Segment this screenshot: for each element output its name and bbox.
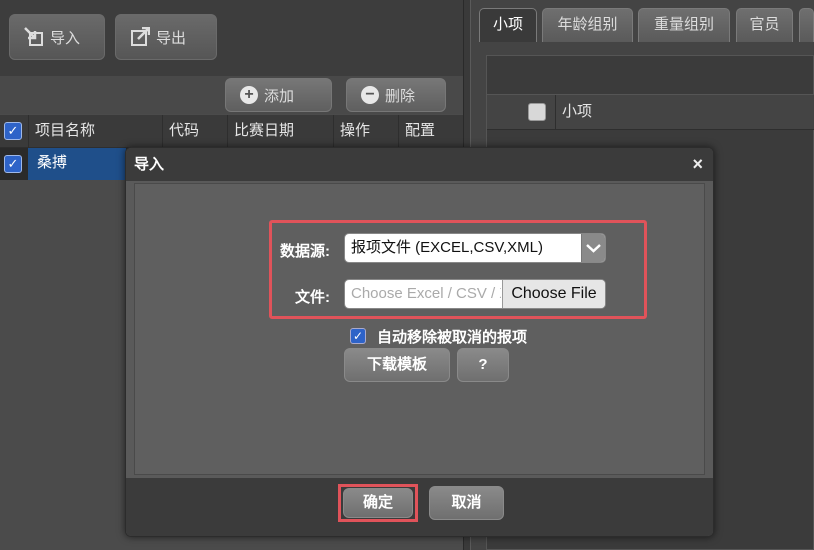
grid-header: ✓ 项目名称 代码 比赛日期 操作 配置: [0, 115, 463, 148]
delete-button[interactable]: − 删除: [346, 78, 446, 112]
dialog-title-bar[interactable]: 导入 ×: [126, 148, 713, 181]
delete-label: 删除: [385, 87, 416, 105]
ok-button[interactable]: 确定: [343, 488, 413, 518]
sub-toolbar: + 添加 − 删除: [0, 76, 463, 114]
minus-icon: −: [361, 86, 379, 104]
row-checkbox[interactable]: ✓: [4, 155, 22, 173]
tab-overflow[interactable]: [799, 8, 814, 42]
import-dialog: 导入 × 数据源: 报项文件 (EXCEL,CSV,XML) 文件: Choos…: [125, 147, 714, 537]
select-all-checkbox[interactable]: ✓: [4, 122, 22, 140]
auto-remove-label: 自动移除被取消的报项: [377, 329, 528, 346]
dialog-footer: 确定 取消: [126, 478, 713, 536]
export-label: 导出: [156, 29, 187, 47]
export-button[interactable]: 导出: [115, 14, 217, 60]
dialog-body: 数据源: 报项文件 (EXCEL,CSV,XML) 文件: Choose Exc…: [134, 183, 705, 475]
auto-remove-checkbox[interactable]: ✓: [350, 328, 366, 344]
import-label: 导入: [50, 29, 81, 47]
tab-officials[interactable]: 官员: [736, 8, 793, 42]
close-icon[interactable]: ×: [692, 148, 703, 181]
add-button[interactable]: + 添加: [225, 78, 332, 112]
dialog-title: 导入: [134, 156, 165, 173]
column-header-date[interactable]: 比赛日期: [227, 115, 333, 147]
import-button[interactable]: 导入: [9, 14, 105, 60]
highlight-box: [269, 220, 647, 319]
tab-select-all-checkbox[interactable]: [528, 103, 546, 121]
download-template-button[interactable]: 下载模板: [344, 348, 450, 382]
export-icon: [130, 27, 150, 47]
tab-weight-group[interactable]: 重量组别: [638, 8, 730, 42]
column-header-code[interactable]: 代码: [162, 115, 227, 147]
tab-column-header[interactable]: 小项: [555, 95, 814, 129]
cancel-button[interactable]: 取消: [429, 486, 504, 520]
column-header-name[interactable]: 项目名称: [28, 115, 162, 147]
row-name-cell: 桑搏: [28, 148, 126, 180]
ok-button-highlight: 确定: [338, 484, 418, 522]
tab-grid-header: 小项: [487, 94, 814, 130]
plus-icon: +: [240, 86, 258, 104]
column-header-config[interactable]: 配置: [398, 115, 463, 147]
add-label: 添加: [264, 87, 295, 105]
help-button[interactable]: ?: [457, 348, 509, 382]
tab-sub-item[interactable]: 小项: [479, 8, 537, 42]
import-icon: [24, 27, 44, 47]
tab-age-group[interactable]: 年龄组别: [542, 8, 633, 42]
top-toolbar: 导入 导出: [0, 0, 463, 76]
column-header-action[interactable]: 操作: [333, 115, 398, 147]
